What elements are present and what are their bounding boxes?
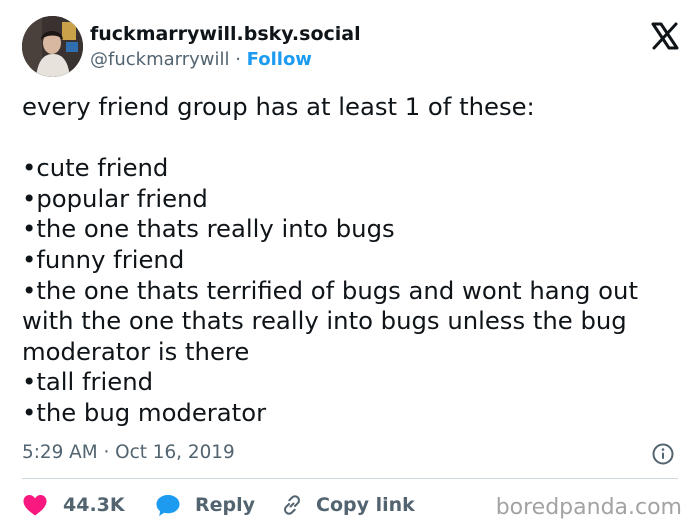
reply-button[interactable]: Reply — [155, 490, 255, 520]
post-text: every friend group has at least 1 of the… — [22, 92, 638, 427]
copy-link-label: Copy link — [316, 494, 415, 516]
copy-link-button[interactable]: Copy link — [280, 490, 415, 520]
like-button[interactable]: 44.3K — [22, 490, 125, 520]
watermark: boredpanda.com — [495, 495, 682, 520]
reply-label: Reply — [195, 494, 256, 516]
author-names: fuckmarrywill.bsky.social @fuckmarrywill… — [90, 22, 361, 72]
post-timestamp[interactable]: 5:29 AM · Oct 16, 2019 — [22, 442, 235, 464]
x-logo-icon[interactable] — [650, 22, 680, 50]
handle-line: @fuckmarrywill · Follow — [90, 48, 361, 72]
heart-icon — [23, 495, 47, 516]
display-name[interactable]: fuckmarrywill.bsky.social — [90, 22, 361, 46]
link-icon — [284, 495, 300, 515]
handle[interactable]: @fuckmarrywill — [90, 49, 230, 70]
info-icon[interactable] — [651, 442, 675, 466]
avatar[interactable] — [22, 16, 83, 77]
handle-separator: · — [229, 49, 247, 70]
post-header: fuckmarrywill.bsky.social @fuckmarrywill… — [22, 16, 682, 78]
speech-bubble-icon — [156, 495, 180, 516]
profile-photo — [22, 16, 83, 77]
follow-button[interactable]: Follow — [247, 49, 312, 70]
divider — [22, 478, 678, 479]
like-count: 44.3K — [63, 494, 125, 516]
